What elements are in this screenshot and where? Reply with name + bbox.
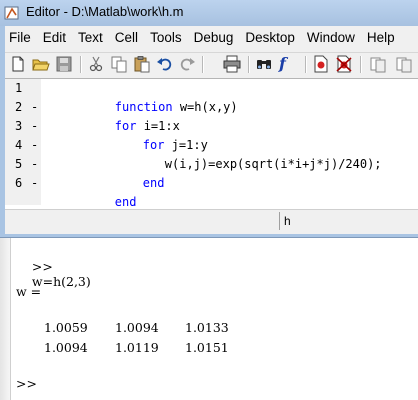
- result-cell: 1.0059: [44, 320, 88, 335]
- find-icon[interactable]: [255, 55, 273, 73]
- toolbar: f: [5, 52, 418, 77]
- gutter-line: 3 -: [5, 117, 41, 136]
- code-text: w=h(x,y): [172, 100, 238, 114]
- toolbar-separator: [360, 56, 362, 73]
- gutter-line: 6 -: [5, 174, 41, 193]
- paste-icon[interactable]: [133, 55, 151, 73]
- toolbar-separator: [248, 56, 250, 73]
- breakpoint-marker[interactable]: -: [31, 157, 38, 171]
- menu-bar: File Edit Text Cell Tools Debug Desktop …: [5, 26, 418, 48]
- save-icon[interactable]: [55, 55, 73, 73]
- command-window-scrollbar[interactable]: [0, 238, 11, 400]
- gutter-line: 2 -: [5, 98, 41, 117]
- result-cell: 1.0151: [185, 340, 229, 355]
- menu-cell[interactable]: Cell: [109, 30, 144, 45]
- menu-debug[interactable]: Debug: [188, 30, 240, 45]
- matlab-app-icon: [4, 6, 19, 20]
- print-icon[interactable]: [223, 55, 241, 73]
- undo-icon[interactable]: [156, 55, 174, 73]
- clear-breakpoint-icon[interactable]: [335, 55, 353, 73]
- redo-icon[interactable]: [178, 55, 196, 73]
- result-cell: 1.0133: [185, 320, 229, 335]
- code-text: w(i,j)=exp(sqrt(i*i+j*j)/240);: [164, 157, 382, 171]
- toolbar-separator: [305, 56, 307, 73]
- title-bar[interactable]: Editor - D:\Matlab\work\h.m: [0, 0, 418, 26]
- code-line[interactable]: for j=1:y: [85, 117, 208, 152]
- function-icon[interactable]: f: [279, 55, 297, 73]
- menu-window[interactable]: Window: [301, 30, 361, 45]
- code-line[interactable]: for i=1:x: [57, 98, 180, 133]
- menu-help[interactable]: Help: [361, 30, 401, 45]
- breakpoint-marker[interactable]: -: [31, 138, 38, 152]
- step-in-icon[interactable]: [395, 55, 413, 73]
- open-folder-icon[interactable]: [32, 55, 50, 73]
- toolbar-separator: [80, 56, 82, 73]
- line-number: 4: [15, 138, 23, 152]
- cut-icon[interactable]: [87, 55, 105, 73]
- current-function-field: h: [279, 212, 418, 230]
- menu-text[interactable]: Text: [72, 30, 109, 45]
- gutter-line: 4 -: [5, 136, 41, 155]
- line-number: 2: [15, 100, 23, 114]
- code-keyword: end: [142, 176, 165, 190]
- breakpoint-marker[interactable]: -: [31, 100, 38, 114]
- menu-tools[interactable]: Tools: [144, 30, 188, 45]
- code-line[interactable]: end: [85, 155, 165, 190]
- new-file-icon[interactable]: [9, 55, 27, 73]
- status-bar: h: [5, 209, 418, 234]
- gutter-line: 1: [5, 79, 41, 98]
- line-number-gutter: 1 2 - 3 - 4 - 5 - 6 -: [5, 79, 41, 205]
- result-cell: 1.0094: [115, 320, 159, 335]
- command-prompt: >>: [31, 259, 53, 274]
- breakpoint-marker[interactable]: -: [31, 119, 38, 133]
- result-cell: 1.0094: [44, 340, 88, 355]
- menu-edit[interactable]: Edit: [37, 30, 72, 45]
- breakpoint-marker[interactable]: -: [31, 176, 38, 190]
- step-icon[interactable]: [369, 55, 387, 73]
- copy-icon[interactable]: [110, 55, 128, 73]
- editor-window: Editor - D:\Matlab\work\h.m File Edit Te…: [0, 0, 418, 238]
- window-title: Editor - D:\Matlab\work\h.m: [26, 4, 184, 19]
- line-number: 5: [15, 157, 23, 171]
- set-breakpoint-icon[interactable]: [312, 55, 330, 73]
- result-label: w =: [16, 284, 42, 299]
- gutter-line: 5 -: [5, 155, 41, 174]
- code-line[interactable]: end: [57, 174, 137, 209]
- command-prompt-active[interactable]: >>: [16, 376, 37, 391]
- code-editor[interactable]: 1 2 - 3 - 4 - 5 - 6 - function w=h(x,y) …: [5, 78, 418, 234]
- code-keyword: end: [114, 195, 137, 209]
- code-line[interactable]: function w=h(x,y): [57, 79, 238, 114]
- menu-file[interactable]: File: [5, 30, 37, 45]
- command-window[interactable]: >> w=h(2,3) w = 1.0059 1.0094 1.0133 1.0…: [0, 238, 418, 400]
- toolbar-separator: [202, 56, 204, 73]
- menu-desktop[interactable]: Desktop: [239, 30, 301, 45]
- editor-frame: File Edit Text Cell Tools Debug Desktop …: [5, 26, 418, 234]
- line-number: 1: [15, 81, 23, 95]
- line-number: 6: [15, 176, 23, 190]
- result-cell: 1.0119: [115, 340, 159, 355]
- code-line[interactable]: w(i,j)=exp(sqrt(i*i+j*j)/240);: [107, 136, 382, 171]
- line-number: 3: [15, 119, 23, 133]
